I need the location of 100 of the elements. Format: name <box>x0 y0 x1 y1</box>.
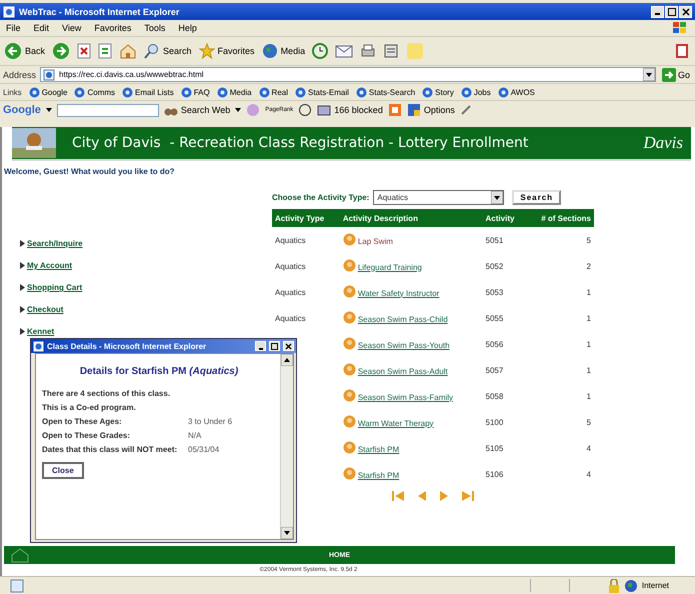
favorites-button[interactable]: Favorites <box>198 43 255 59</box>
globe-icon <box>262 43 278 59</box>
page-icon <box>122 86 134 98</box>
column-header: Activity Type <box>272 209 340 227</box>
mail-button[interactable] <box>335 44 354 58</box>
printer-icon <box>360 43 376 59</box>
search-field[interactable] <box>56 104 159 116</box>
house-icon <box>119 43 138 59</box>
scrollbar[interactable] <box>280 354 293 539</box>
go-button[interactable]: Go <box>660 68 692 82</box>
home-button[interactable] <box>119 43 138 59</box>
link-item[interactable]: Media <box>216 86 252 98</box>
activity-link[interactable]: Starfish PM <box>358 470 400 480</box>
activity-link[interactable]: Lifeguard Training <box>358 262 422 272</box>
table-cell: 5057 <box>486 366 504 374</box>
previous-page-icon[interactable] <box>418 491 426 501</box>
nav-link[interactable]: Checkout <box>20 303 272 316</box>
details-text: There are 4 sections of this class. <box>42 389 172 400</box>
scroll-down-icon[interactable] <box>281 527 293 539</box>
clock-icon <box>312 43 328 59</box>
page-icon <box>422 86 434 98</box>
table-cell: 4 <box>586 444 591 452</box>
refresh-button[interactable] <box>98 43 112 59</box>
detail-value: N/A <box>188 431 202 442</box>
page-icon <box>356 86 367 98</box>
table-cell: 5 <box>586 418 591 426</box>
table-cell: 4 <box>586 470 591 478</box>
details-heading: Details for Starfish PM (Aquatics) <box>78 366 240 377</box>
stop-button[interactable] <box>77 43 92 59</box>
link-item[interactable]: Comms <box>74 86 116 98</box>
history-button[interactable] <box>312 43 328 59</box>
menu-item[interactable]: View <box>62 23 82 33</box>
minimize-button[interactable] <box>255 341 266 351</box>
menu-item[interactable]: Favorites <box>94 23 132 33</box>
forward-button[interactable] <box>52 42 70 60</box>
menu-item[interactable]: Help <box>178 23 197 33</box>
search-button[interactable]: Search <box>512 190 562 204</box>
link-item[interactable]: Jobs <box>460 86 491 98</box>
back-button[interactable]: Back <box>4 42 46 60</box>
link-item[interactable]: AWOS <box>498 86 535 98</box>
edit-button[interactable] <box>383 43 400 59</box>
nav-link[interactable]: Search/Inquire <box>20 237 272 250</box>
table-cell: Aquatics <box>275 236 306 244</box>
triangle-icon <box>20 262 25 269</box>
link-item[interactable]: Google <box>28 86 68 98</box>
page-title: City of Davis - Recreation Class Registration - Lottery Enrollment <box>72 135 528 151</box>
first-page-icon[interactable] <box>392 491 404 501</box>
address-label: Address <box>3 70 36 80</box>
browser-icon <box>3 6 15 18</box>
options-button[interactable]: Options <box>406 103 455 117</box>
print-button[interactable] <box>360 43 376 59</box>
address-field[interactable]: https://rec.ci.davis.ca.us/wwwebtrac.html <box>40 67 656 82</box>
media-button[interactable]: Media <box>262 43 306 59</box>
popup-blocker-button[interactable]: 166 blocked <box>317 103 383 117</box>
caret-icon <box>235 107 242 113</box>
lock-icon <box>608 578 620 592</box>
link-item[interactable]: Story <box>422 86 454 98</box>
activity-link[interactable]: Season Swim Pass-Family <box>358 392 453 402</box>
last-page-icon[interactable] <box>462 491 474 501</box>
next-page-icon[interactable] <box>440 491 448 501</box>
maximize-icon <box>668 8 676 16</box>
nav-link[interactable]: Shopping Cart <box>20 281 272 294</box>
close-button[interactable] <box>679 6 692 18</box>
activity-link[interactable]: Season Swim Pass-Youth <box>358 340 450 350</box>
triangle-icon <box>20 284 25 291</box>
link-item[interactable]: Stats-Email <box>295 86 349 98</box>
activity-type-select[interactable]: Aquatics <box>373 190 504 204</box>
menu-item[interactable]: Edit <box>34 23 50 33</box>
link-item[interactable]: Real <box>258 86 288 98</box>
nav-link[interactable]: Kennet <box>20 325 272 338</box>
scroll-up-icon[interactable] <box>281 354 293 366</box>
house-icon[interactable] <box>10 547 30 563</box>
menu-item[interactable]: Tools <box>144 23 166 33</box>
close-button[interactable]: Close <box>42 462 84 479</box>
search-web-button[interactable]: Search Web <box>164 103 230 117</box>
activity-link[interactable]: Lap Swim <box>358 236 393 246</box>
table-cell: 1 <box>586 314 591 322</box>
document-icon <box>383 43 400 59</box>
window-title: WebTrac - Microsoft Internet Explorer <box>19 6 180 16</box>
activity-link[interactable]: Warm Water Therapy <box>358 418 434 428</box>
link-item[interactable]: Stats-Search <box>356 86 416 98</box>
activity-link[interactable]: Season Swim Pass-Adult <box>358 366 448 376</box>
maximize-button[interactable] <box>269 341 280 351</box>
nav-link[interactable]: My Account <box>20 259 272 272</box>
search-button[interactable]: Search <box>144 43 192 59</box>
menu-item[interactable]: File <box>6 23 21 33</box>
close-button[interactable] <box>283 341 294 351</box>
link-item[interactable]: Email Lists <box>122 86 174 98</box>
activity-link[interactable]: Water Safety Instructor <box>358 288 440 298</box>
activity-link[interactable]: Season Swim Pass-Child <box>358 314 448 324</box>
google-logo: Google <box>3 104 41 116</box>
table-cell: 1 <box>586 392 591 400</box>
maximize-icon <box>271 342 278 350</box>
close-icon <box>285 342 292 350</box>
maximize-button[interactable] <box>665 6 678 18</box>
page-icon <box>10 578 24 592</box>
detail-value: 05/31/04 <box>188 445 220 456</box>
link-item[interactable]: FAQ <box>180 86 210 98</box>
minimize-button[interactable] <box>651 6 664 18</box>
activity-link[interactable]: Starfish PM <box>358 444 400 454</box>
